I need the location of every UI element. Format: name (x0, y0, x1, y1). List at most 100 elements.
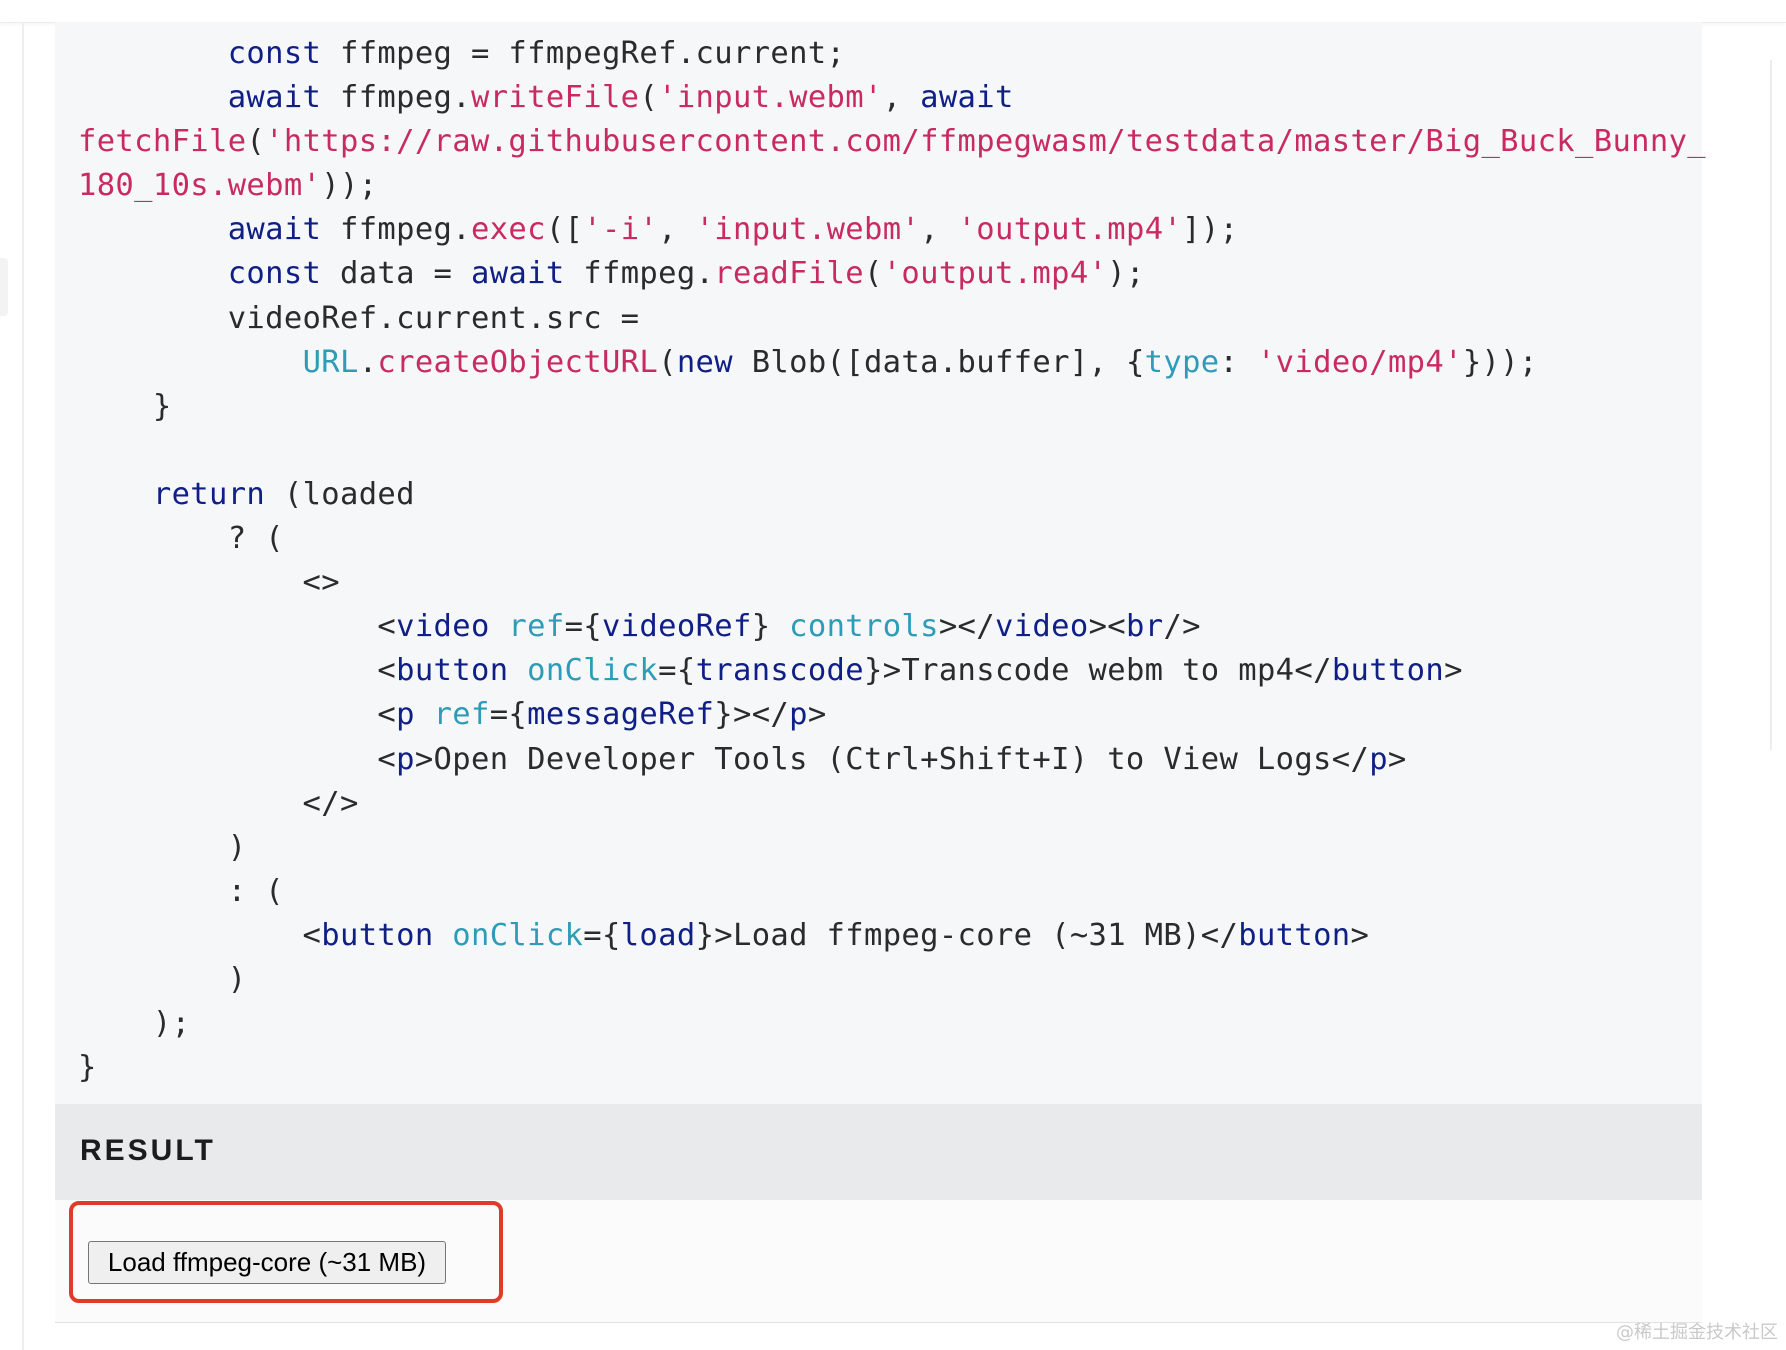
code-token: )); (321, 168, 378, 204)
code-token: 'output.mp4' (957, 212, 1183, 248)
code-line: </> (78, 782, 1698, 826)
code-token: < (78, 741, 397, 777)
code-token: button (1238, 917, 1351, 953)
code-token: ]); (1182, 212, 1239, 248)
code-token: video (994, 609, 1089, 645)
code-token: ></ (938, 609, 995, 645)
code-token: ( (639, 80, 659, 116)
code-token: messageRef (527, 697, 715, 733)
code-token: >Open Developer Tools (Ctrl+Shift+I) to … (414, 741, 1370, 777)
code-line: const data = await ffmpeg.readFile('outp… (78, 252, 1698, 296)
top-bar (0, 0, 1786, 23)
code-token: ={ (658, 653, 696, 689)
code-token: await (227, 80, 322, 116)
code-token: await (470, 256, 565, 292)
code-token: : (1219, 344, 1257, 380)
code-line: videoRef.current.src = (78, 297, 1698, 341)
code-token: , (882, 80, 921, 116)
code-token: > (1387, 741, 1407, 777)
code-token: </> (78, 785, 359, 821)
code-token: 'input.webm' (658, 80, 883, 116)
code-line: <button onClick={load}>Load ffmpeg-core … (78, 914, 1698, 958)
code-token: })); (1462, 344, 1538, 380)
code-token: ffmpeg. (321, 212, 471, 248)
code-line: await ffmpeg.writeFile('input.webm', awa… (78, 76, 1698, 120)
highlight-annotation (69, 1201, 503, 1303)
code-token: data = (321, 256, 471, 292)
result-header: RESULT (55, 1104, 1702, 1200)
code-token: 'input.webm' (695, 212, 921, 248)
code-token: ( (863, 256, 883, 292)
code-line: < p>Open Developer Tools (Ctrl+Shift+I) t… (78, 738, 1698, 782)
result-title: RESULT (80, 1134, 216, 1167)
code-token: ); (1107, 256, 1145, 292)
code-token: ={ (564, 609, 602, 645)
code-token: > (1350, 917, 1370, 953)
code-token: ffmpeg. (321, 80, 471, 116)
left-divider (22, 22, 24, 1350)
code-line: const ffmpeg = ffmpegRef.current; (78, 32, 1698, 76)
code-token: : ( (78, 873, 284, 909)
code-token: < (78, 653, 397, 689)
code-token: ); (78, 1006, 191, 1042)
code-token: p (1369, 741, 1388, 777)
code-line: <video ref={videoRef} controls></video><… (78, 605, 1698, 649)
code-line: 180_10s.webm')); (78, 164, 1698, 208)
code-token: 'video/mp4' (1256, 344, 1463, 380)
code-token: ( (658, 344, 677, 380)
code-token: await (227, 212, 322, 248)
code-line: await ffmpeg.exec(['-i', 'input.webm', '… (78, 208, 1698, 252)
code-token: load (620, 917, 696, 953)
code-token: ={ (583, 917, 621, 953)
code-token: }></ (714, 697, 790, 733)
code-token: ? ( (78, 521, 284, 557)
code-token: ={ (489, 697, 528, 733)
code-token: button (396, 653, 509, 689)
code-token: ) (78, 829, 247, 865)
code-token: ffmpeg = ffmpegRef.current; (321, 36, 846, 71)
code-token: < (78, 697, 397, 733)
code-line: <p ref={messageRef}></p> (78, 693, 1698, 737)
code-token: button (1331, 653, 1445, 689)
code-token: fetchFile (78, 124, 247, 160)
code-line: fetchFile('https://raw.githubusercontent… (78, 120, 1706, 164)
code-line: return (loaded (78, 473, 1698, 517)
code-line: ); (78, 1002, 1698, 1046)
code-token: ffmpeg. (564, 256, 715, 292)
code-token: > (1444, 653, 1463, 689)
code-token: createObjectURL (377, 344, 659, 380)
code-token: 'https://raw.githubusercontent.com/ffmpe… (265, 124, 1707, 160)
code-token: >< (1088, 609, 1126, 645)
code-token: video (396, 609, 490, 645)
code-token: . (358, 344, 378, 380)
scrollbar-track[interactable] (1770, 60, 1772, 750)
code-token: (loaded (265, 476, 415, 512)
side-tab[interactable] (0, 258, 8, 316)
code-token: p (396, 697, 415, 733)
code-block: const ffmpeg = ffmpegRef.current; await … (55, 22, 1706, 1104)
code-token: }>Transcode webm to mp4</ (863, 653, 1332, 689)
code-token: ref (433, 697, 490, 733)
code-token: } (78, 388, 172, 424)
code-token: } (751, 609, 790, 645)
code-token: new (676, 344, 733, 380)
code-content: const ffmpeg = ffmpegRef.current; await … (78, 32, 1706, 1090)
code-token: writeFile (470, 80, 640, 116)
code-token: br (1126, 609, 1164, 645)
code-token: , (920, 212, 958, 248)
code-token: , (658, 212, 696, 248)
code-token: < (78, 609, 397, 645)
code-token: Blob([data.buffer], { (732, 344, 1145, 380)
code-token: onClick (452, 917, 584, 953)
code-token: URL (302, 344, 359, 380)
code-line: <> (78, 561, 1698, 605)
code-line: : ( (78, 870, 1698, 914)
